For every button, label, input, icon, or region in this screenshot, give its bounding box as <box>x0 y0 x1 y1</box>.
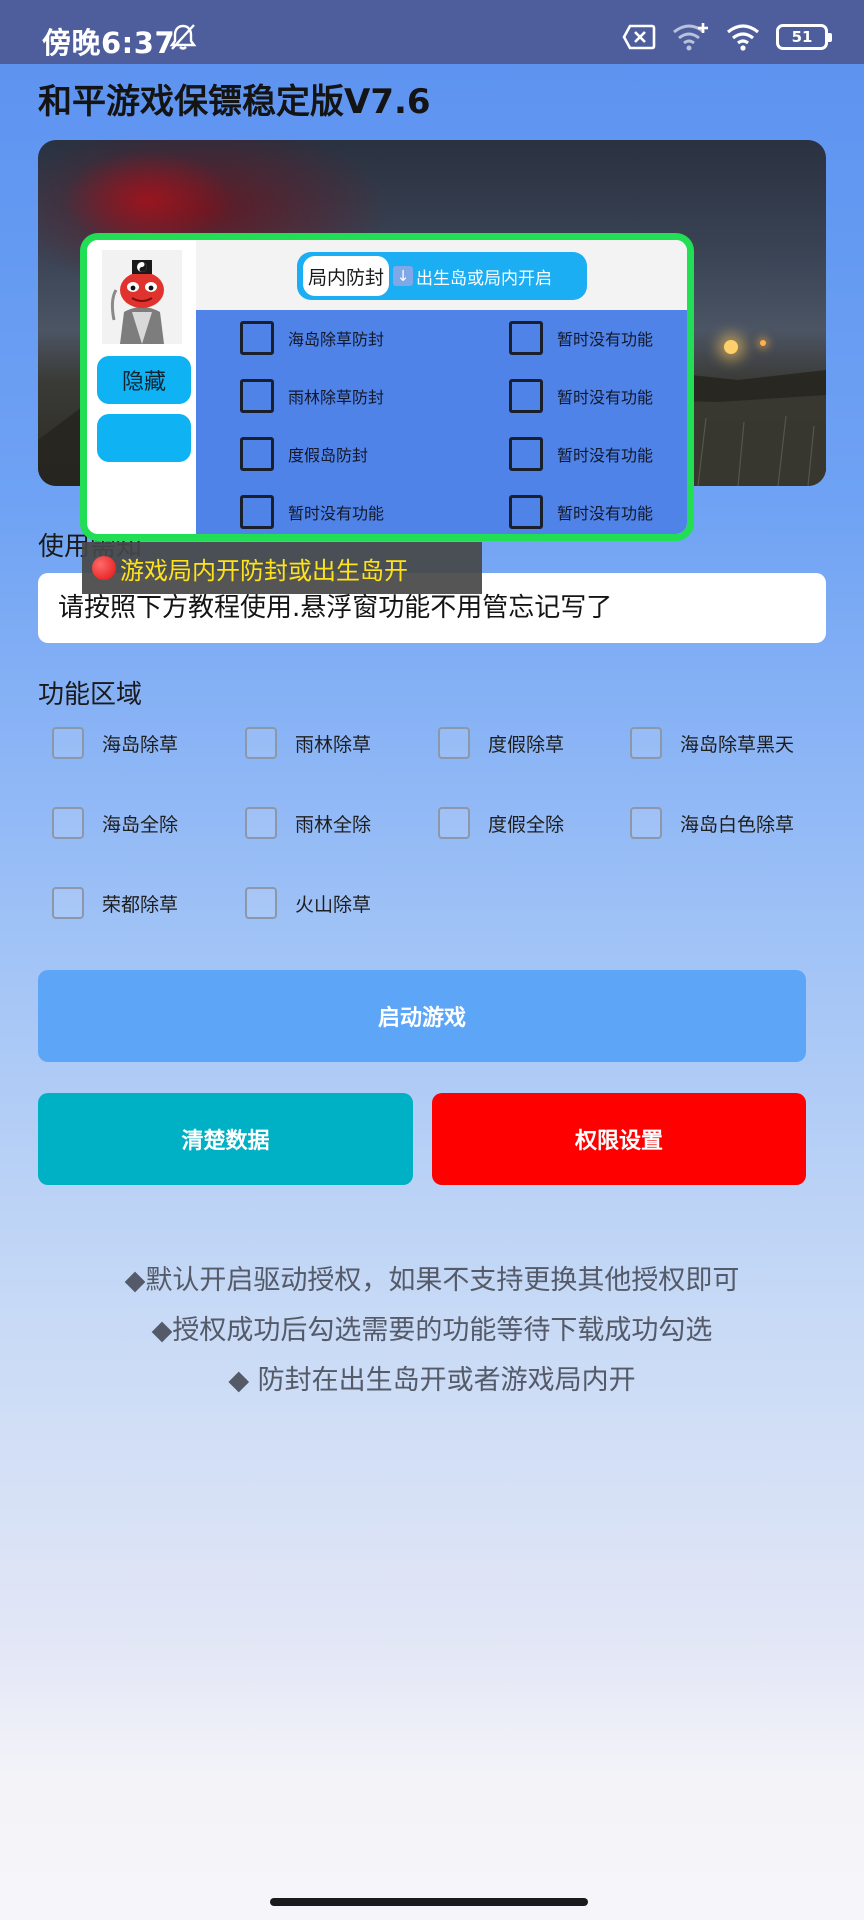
option-yulin-quanchu[interactable]: 雨林全除 <box>245 798 371 848</box>
checkbox[interactable] <box>245 727 277 759</box>
checkbox[interactable] <box>245 807 277 839</box>
checkbox[interactable] <box>509 437 543 471</box>
checkbox[interactable] <box>509 495 543 529</box>
checkbox[interactable] <box>52 727 84 759</box>
floating-sidebar: 隐藏 <box>87 240 196 534</box>
note-line-1: ◆默认开启驱动授权，如果不支持更换其他授权即可 <box>124 1265 740 1296</box>
down-arrow-icon: ↓ <box>393 266 413 286</box>
battery-level: 51 <box>791 28 813 46</box>
float-option-label: 度假岛防封 <box>288 446 369 465</box>
float-option-label: 海岛除草防封 <box>288 330 385 349</box>
option-label: 海岛全除 <box>102 813 179 836</box>
option-label: 度假除草 <box>488 733 565 756</box>
start-game-button[interactable]: 启动游戏 <box>38 970 806 1062</box>
note-line-3: ◆ 防封在出生岛开或者游戏局内开 <box>228 1365 636 1396</box>
float-option[interactable]: 暂时没有功能 <box>509 492 653 532</box>
float-option[interactable]: 海岛除草防封 <box>240 318 384 358</box>
tab-hint-text: 出生岛或局内开启 <box>416 268 552 289</box>
checkbox[interactable] <box>438 727 470 759</box>
tab-bar: 局内防封 ↓ 出生岛或局内开启 <box>297 252 587 300</box>
option-haidao-quanchu[interactable]: 海岛全除 <box>52 798 178 848</box>
float-option-label: 暂时没有功能 <box>557 330 654 349</box>
option-haidao-chucao-heitian[interactable]: 海岛除草黑天 <box>630 718 794 768</box>
option-rongdu-chucao[interactable]: 荣都除草 <box>52 878 178 928</box>
hide-button[interactable]: 隐藏 <box>97 356 191 404</box>
status-bar: 傍晚6:37 51 <box>0 0 864 64</box>
float-option[interactable]: 暂时没有功能 <box>509 376 653 416</box>
checkbox[interactable] <box>240 437 274 471</box>
home-indicator[interactable] <box>270 1898 588 1906</box>
checkbox[interactable] <box>52 887 84 919</box>
option-huoshan-chucao[interactable]: 火山除草 <box>245 878 371 928</box>
wifi-icon <box>727 24 759 51</box>
floating-window[interactable]: 隐藏 局内防封 ↓ 出生岛或局内开启 海岛除草防封 暂时没有功能 雨林除草防封 … <box>80 233 694 541</box>
float-option[interactable]: 暂时没有功能 <box>509 318 653 358</box>
float-option[interactable]: 度假岛防封 <box>240 434 368 474</box>
battery-icon: 51 <box>776 24 832 50</box>
status-time: 傍晚6:37 <box>42 26 176 60</box>
tab-in-match-protection[interactable]: 局内防封 <box>303 256 389 296</box>
floating-options: 海岛除草防封 暂时没有功能 雨林除草防封 暂时没有功能 度假岛防封 暂时没有功能… <box>196 310 687 534</box>
option-label: 海岛除草黑天 <box>680 733 795 756</box>
red-circle-icon <box>92 556 116 580</box>
banner-light-small <box>760 340 766 346</box>
floating-header: 局内防封 ↓ 出生岛或局内开启 <box>196 240 687 310</box>
app-title: 和平游戏保镖稳定版V7.6 <box>38 82 431 122</box>
tab-hint: ↓ 出生岛或局内开启 <box>393 252 552 300</box>
note-line-2: ◆授权成功后勾选需要的功能等待下载成功勾选 <box>151 1315 713 1346</box>
checkbox[interactable] <box>240 321 274 355</box>
blank-button[interactable] <box>97 414 191 462</box>
checkbox[interactable] <box>245 887 277 919</box>
float-option[interactable]: 暂时没有功能 <box>240 492 384 532</box>
checkbox[interactable] <box>509 321 543 355</box>
float-option[interactable]: 雨林除草防封 <box>240 376 384 416</box>
float-option-label: 暂时没有功能 <box>557 446 654 465</box>
float-option-label: 暂时没有功能 <box>288 504 385 523</box>
option-label: 荣都除草 <box>102 893 179 916</box>
function-area-label: 功能区域 <box>38 680 143 710</box>
checkbox[interactable] <box>509 379 543 413</box>
clear-data-button[interactable]: 清楚数据 <box>38 1093 413 1185</box>
option-label: 雨林除草 <box>295 733 372 756</box>
avatar <box>102 250 182 344</box>
option-haidao-baise-chucao[interactable]: 海岛白色除草 <box>630 798 794 848</box>
option-dujia-chucao[interactable]: 度假除草 <box>438 718 564 768</box>
banner-light <box>724 340 738 354</box>
option-haidao-chucao[interactable]: 海岛除草 <box>52 718 178 768</box>
float-option-label: 雨林除草防封 <box>288 388 385 407</box>
option-label: 海岛白色除草 <box>680 813 795 836</box>
toast-text: 游戏局内开防封或出生岛开 <box>120 556 408 585</box>
checkbox[interactable] <box>630 807 662 839</box>
option-yulin-chucao[interactable]: 雨林除草 <box>245 718 371 768</box>
wifi-plus-icon <box>673 23 708 51</box>
toast-message: 游戏局内开防封或出生岛开 <box>82 542 482 594</box>
permission-settings-button[interactable]: 权限设置 <box>432 1093 806 1185</box>
bell-off-icon <box>169 24 197 50</box>
option-label: 度假全除 <box>488 813 565 836</box>
option-label: 火山除草 <box>295 893 372 916</box>
checkbox[interactable] <box>630 727 662 759</box>
sim-error-icon <box>622 24 656 50</box>
checkbox[interactable] <box>52 807 84 839</box>
checkbox[interactable] <box>240 379 274 413</box>
option-dujia-quanchu[interactable]: 度假全除 <box>438 798 564 848</box>
option-label: 海岛除草 <box>102 733 179 756</box>
checkbox[interactable] <box>240 495 274 529</box>
float-option-label: 暂时没有功能 <box>557 388 654 407</box>
option-label: 雨林全除 <box>295 813 372 836</box>
float-option[interactable]: 暂时没有功能 <box>509 434 653 474</box>
float-option-label: 暂时没有功能 <box>557 504 654 523</box>
checkbox[interactable] <box>438 807 470 839</box>
